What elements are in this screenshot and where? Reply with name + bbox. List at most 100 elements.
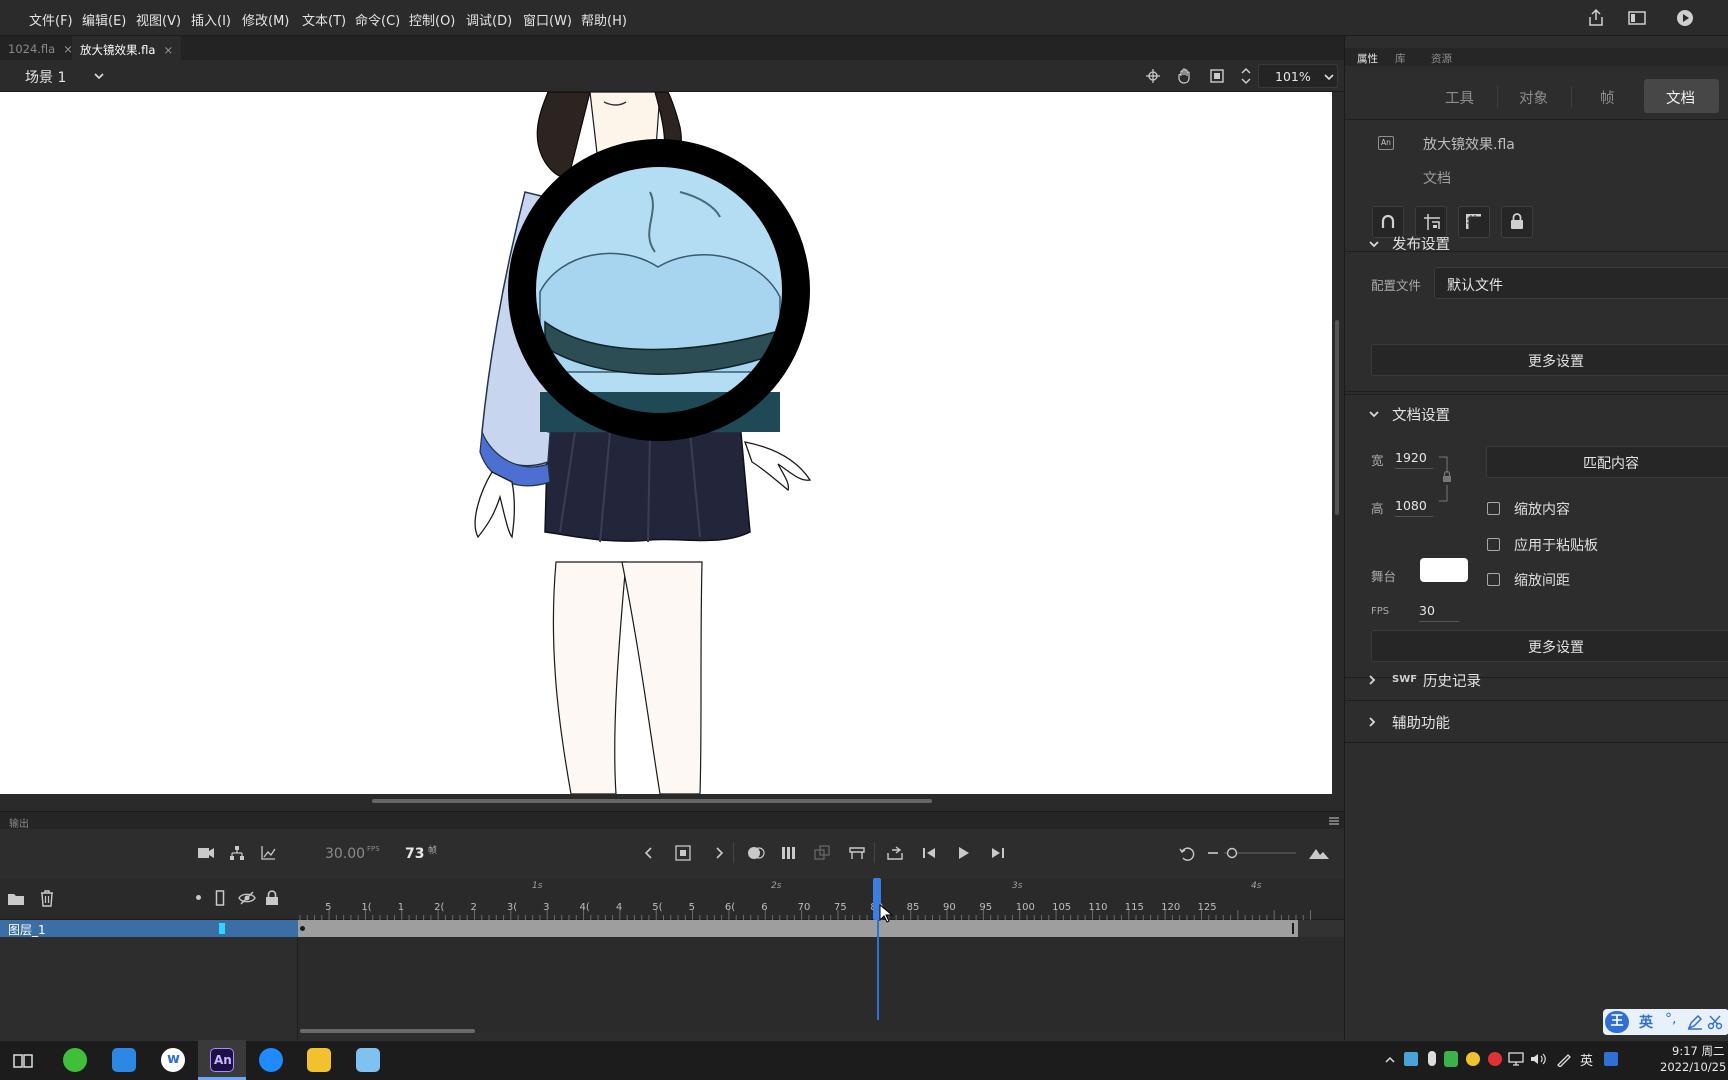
- chevron-up-icon[interactable]: [1384, 1054, 1396, 1064]
- play-icon[interactable]: [956, 846, 970, 860]
- zoom-stepper-icon[interactable]: [1240, 65, 1252, 87]
- tab-1024[interactable]: 1024.fla ×: [0, 36, 81, 60]
- camera-icon[interactable]: [197, 846, 215, 860]
- clock-date[interactable]: 2022/10/25: [1660, 1060, 1726, 1074]
- keyframe-marker[interactable]: [300, 926, 305, 931]
- onion-skin-icon[interactable]: [747, 845, 765, 861]
- trash-icon[interactable]: [40, 890, 54, 907]
- tab-assets[interactable]: 资源: [1431, 51, 1452, 66]
- segment-frame[interactable]: 帧: [1600, 87, 1615, 108]
- insert-keyframe-icon[interactable]: [675, 845, 691, 861]
- tab-properties[interactable]: 属性: [1357, 51, 1378, 66]
- app-animate-icon[interactable]: An: [210, 1048, 234, 1072]
- tab-library[interactable]: 库: [1395, 51, 1406, 66]
- network-icon[interactable]: [1508, 1052, 1524, 1066]
- match-contents-button[interactable]: 匹配内容: [1486, 446, 1728, 478]
- stage-horizontal-scrollbar[interactable]: [372, 799, 932, 803]
- ime-tray-icon[interactable]: [1604, 1052, 1618, 1066]
- pen-icon[interactable]: [1687, 1014, 1703, 1030]
- ime-punct-icon[interactable]: °,: [1665, 1011, 1676, 1027]
- ime-lang[interactable]: 英: [1639, 1012, 1653, 1032]
- document-more-settings-button[interactable]: 更多设置: [1371, 630, 1728, 662]
- app-folder-icon[interactable]: [307, 1048, 331, 1072]
- stage-canvas[interactable]: [0, 92, 1332, 794]
- tray-app-icon[interactable]: [1404, 1052, 1418, 1066]
- clock-time[interactable]: 9:17 周二: [1672, 1043, 1724, 1059]
- shield-icon[interactable]: [1444, 1051, 1458, 1067]
- chevron-down-icon[interactable]: [1368, 238, 1380, 250]
- mountain-zoom-icon[interactable]: [1308, 846, 1330, 860]
- menu-control[interactable]: 控制(O): [409, 10, 455, 29]
- lock-icon[interactable]: [265, 890, 279, 906]
- width-value[interactable]: 1920: [1395, 450, 1427, 465]
- tab-magnifier[interactable]: 放大镜效果.fla ×: [72, 36, 182, 60]
- app-browser-icon[interactable]: [259, 1048, 283, 1072]
- menu-insert[interactable]: 插入(I): [191, 10, 231, 29]
- app-w-icon[interactable]: w: [161, 1048, 185, 1072]
- workspace-icon[interactable]: [1627, 8, 1647, 28]
- loop-icon[interactable]: [886, 845, 904, 861]
- link-dimensions-icon[interactable]: [1438, 455, 1452, 503]
- segment-tools[interactable]: 工具: [1445, 87, 1474, 108]
- microphone-icon[interactable]: [1428, 1051, 1436, 1066]
- segment-object[interactable]: 对象: [1519, 87, 1548, 108]
- ime-toolbar[interactable]: 王 英 °,: [1603, 1009, 1728, 1035]
- lock-button[interactable]: [1501, 206, 1533, 238]
- undo-icon[interactable]: [1179, 846, 1195, 862]
- rulers-button[interactable]: [1458, 206, 1490, 238]
- stage-vertical-scrollbar[interactable]: [1335, 320, 1339, 515]
- chevron-right-icon[interactable]: [713, 846, 725, 860]
- edit-multiple-frames-icon[interactable]: [781, 845, 797, 861]
- ime-badge[interactable]: 王: [1605, 1011, 1629, 1033]
- scene-label[interactable]: 场景 1: [25, 67, 66, 87]
- frame-ruler[interactable]: [298, 879, 1344, 920]
- profile-select[interactable]: 默认文件: [1434, 267, 1728, 299]
- scale-content-label[interactable]: 缩放内容: [1514, 499, 1570, 519]
- center-stage-icon[interactable]: [1145, 68, 1161, 84]
- chevron-down-icon[interactable]: [93, 71, 105, 81]
- app-image-icon[interactable]: [356, 1048, 380, 1072]
- segment-document-active[interactable]: 文档: [1644, 79, 1719, 113]
- app-green-icon[interactable]: [63, 1048, 87, 1072]
- layer-frame-span[interactable]: [298, 920, 1298, 937]
- hand-tool-icon[interactable]: [1176, 67, 1194, 85]
- chevron-down-icon[interactable]: [1368, 408, 1380, 420]
- doc-fps-value[interactable]: 30: [1419, 603, 1435, 618]
- apply-pasteboard-label[interactable]: 应用于粘贴板: [1514, 535, 1598, 555]
- highlight-layers-icon[interactable]: [196, 895, 201, 900]
- layer-color-tag[interactable]: [219, 923, 225, 934]
- tray-yellow-icon[interactable]: [1466, 1052, 1480, 1066]
- outline-icon[interactable]: [215, 890, 225, 906]
- play-circle-icon[interactable]: [1675, 8, 1695, 28]
- menu-debug[interactable]: 调试(D): [466, 10, 512, 29]
- character-illustration[interactable]: [0, 92, 1332, 794]
- panel-menu-icon[interactable]: [1328, 816, 1340, 826]
- end-frame-marker[interactable]: [1292, 923, 1294, 934]
- apply-pasteboard-checkbox[interactable]: [1487, 538, 1500, 551]
- frame-scale-slider[interactable]: [1208, 847, 1296, 859]
- task-view-icon[interactable]: [13, 1052, 33, 1070]
- scissors-icon[interactable]: [1707, 1014, 1723, 1030]
- layer-name[interactable]: 图层_1: [8, 921, 46, 938]
- menu-help[interactable]: 帮助(H): [581, 10, 627, 29]
- document-settings-title[interactable]: 文档设置: [1392, 404, 1450, 425]
- menu-text[interactable]: 文本(T): [302, 10, 346, 29]
- frame-range-icon[interactable]: [849, 845, 865, 861]
- step-forward-icon[interactable]: [989, 846, 1005, 860]
- menu-view[interactable]: 视图(V): [136, 10, 181, 29]
- menu-edit[interactable]: 编辑(E): [82, 10, 126, 29]
- scale-spacing-checkbox[interactable]: [1487, 573, 1500, 586]
- close-icon[interactable]: ×: [163, 43, 173, 57]
- hide-layers-icon[interactable]: [238, 891, 256, 905]
- pen-input-icon[interactable]: [1556, 1051, 1572, 1067]
- fps-value[interactable]: 30.00: [325, 846, 365, 862]
- share-icon[interactable]: [1586, 8, 1606, 28]
- layer-parenting-icon[interactable]: [229, 845, 245, 861]
- accessibility-title[interactable]: 辅助功能: [1392, 712, 1450, 733]
- layer-row[interactable]: 图层_1: [0, 920, 298, 937]
- tray-red-icon[interactable]: [1488, 1052, 1502, 1066]
- zoom-select[interactable]: 101%: [1258, 64, 1338, 88]
- scale-spacing-label[interactable]: 缩放间距: [1514, 570, 1570, 590]
- swf-history-title[interactable]: 历史记录: [1423, 670, 1481, 691]
- publish-more-settings-button[interactable]: 更多设置: [1371, 344, 1728, 376]
